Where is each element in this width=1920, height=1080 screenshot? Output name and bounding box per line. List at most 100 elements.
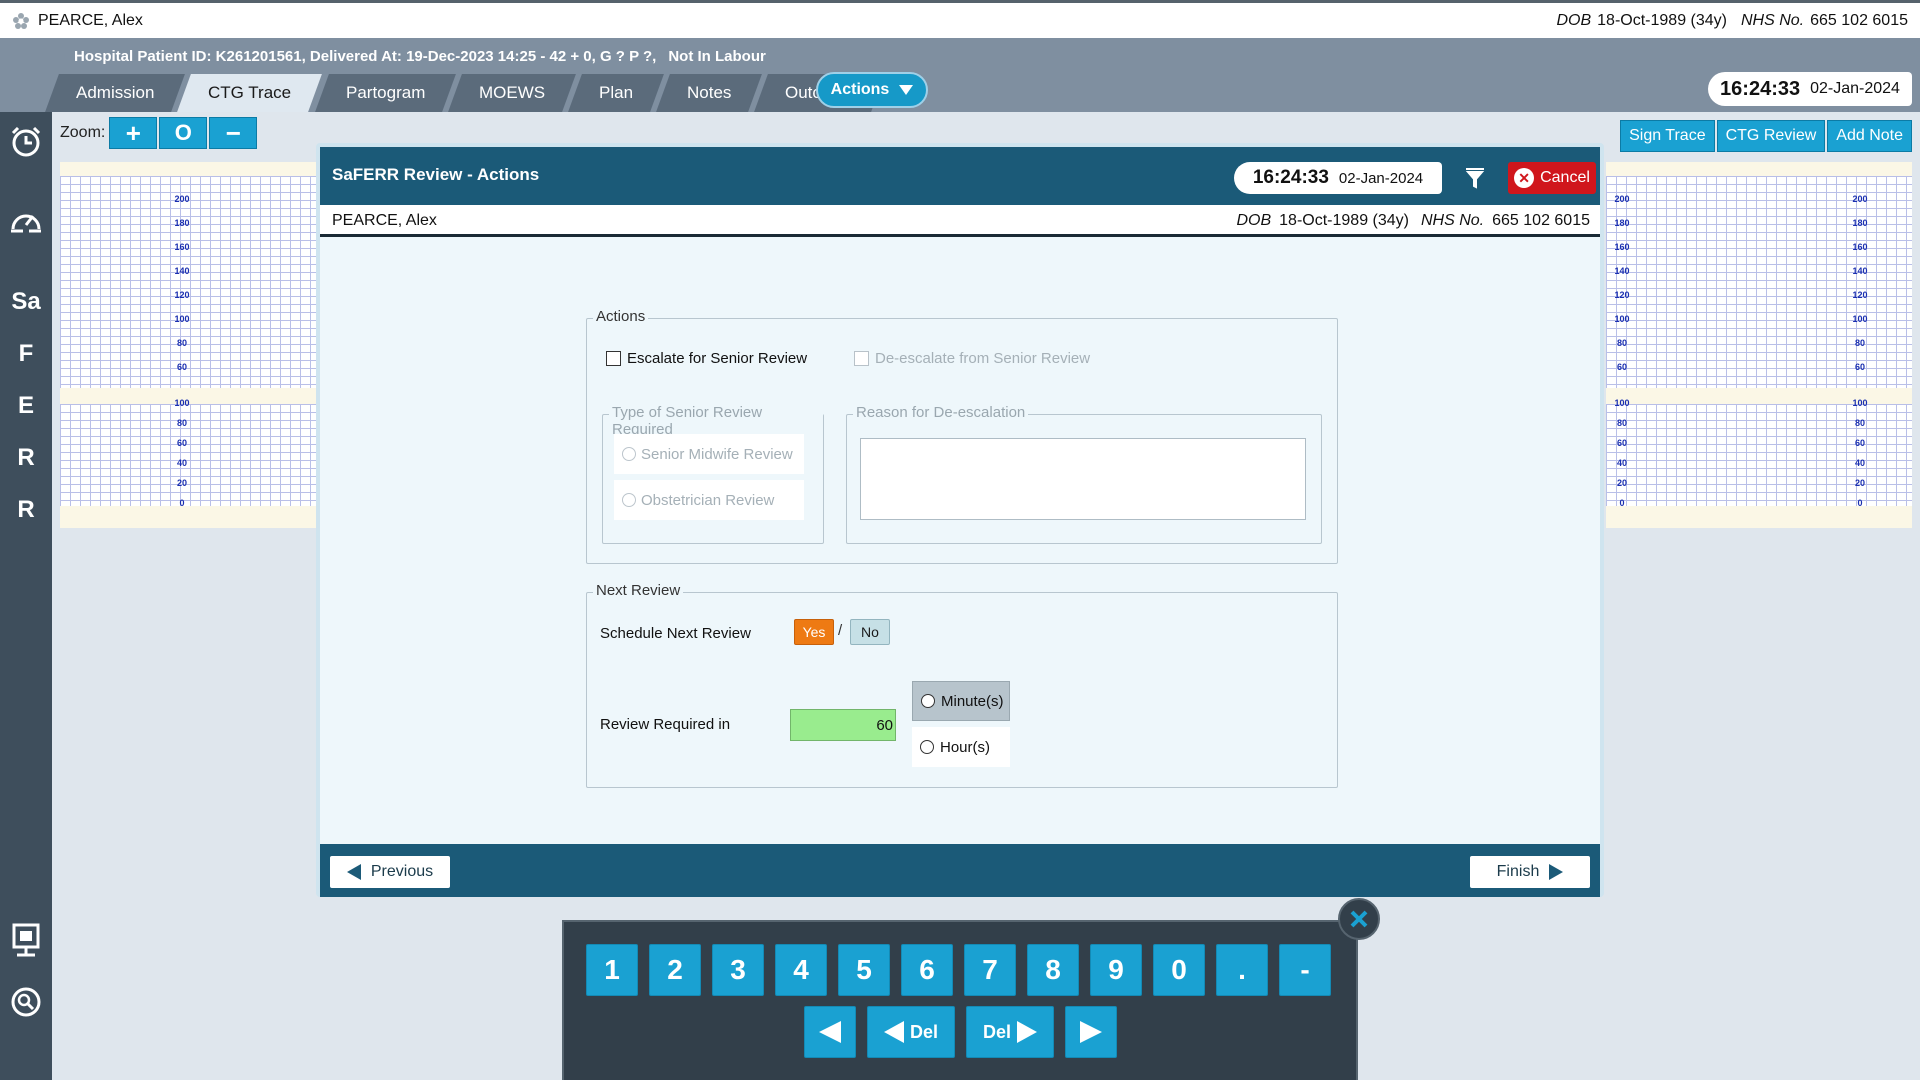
tab-admission[interactable]: Admission bbox=[45, 74, 186, 112]
arrow-left-icon bbox=[883, 1021, 904, 1043]
fhr-tick: 80 bbox=[1616, 338, 1627, 348]
finish-button[interactable]: Finish bbox=[1470, 856, 1590, 888]
cursor-left-key[interactable] bbox=[804, 1006, 856, 1058]
tab-notes[interactable]: Notes bbox=[656, 74, 763, 112]
sidebar-item-f[interactable]: F bbox=[0, 332, 52, 376]
dialog-title: SaFERR Review - Actions bbox=[332, 165, 540, 184]
key-8[interactable]: 8 bbox=[1027, 944, 1079, 996]
delete-left-key[interactable]: Del bbox=[867, 1006, 955, 1058]
key-4[interactable]: 4 bbox=[775, 944, 827, 996]
checkbox-box[interactable] bbox=[854, 351, 869, 366]
arrow-right-icon bbox=[1549, 864, 1564, 880]
dob-label: DOB bbox=[1236, 212, 1272, 229]
sign-trace-button[interactable]: Sign Trace bbox=[1620, 120, 1715, 152]
dialog-clock: 16:24:33 02-Jan-2024 bbox=[1234, 162, 1442, 194]
zoom-in-button[interactable]: + bbox=[109, 117, 158, 149]
fhr-tick: 160 bbox=[174, 242, 190, 252]
numeric-keypad: 1 2 3 4 5 6 7 8 9 0 . - Del Del bbox=[562, 920, 1358, 1080]
checkbox-box[interactable] bbox=[606, 351, 621, 366]
actions-dropdown-button[interactable]: Actions bbox=[816, 72, 928, 108]
key-decimal[interactable]: . bbox=[1216, 944, 1268, 996]
search-icon[interactable] bbox=[0, 980, 52, 1024]
sidebar-item-e[interactable]: E bbox=[0, 384, 52, 428]
toco-tick: 80 bbox=[1616, 418, 1627, 428]
sidebar-item-r2[interactable]: R bbox=[0, 488, 52, 532]
app-header: Hospital Patient ID: K261201561, Deliver… bbox=[0, 38, 1920, 112]
key-9[interactable]: 9 bbox=[1090, 944, 1142, 996]
caret-down-icon bbox=[899, 85, 914, 95]
fhr-tick: 180 bbox=[174, 218, 190, 228]
tab-partogram[interactable]: Partogram bbox=[314, 74, 456, 112]
fhr-grid-right bbox=[1606, 176, 1912, 388]
fhr-tick: 80 bbox=[1854, 338, 1865, 348]
review-interval-input[interactable]: 60 bbox=[790, 709, 896, 741]
fhr-tick: 180 bbox=[1614, 218, 1630, 228]
deescalate-checkbox[interactable]: De-escalate from Senior Review bbox=[854, 350, 1090, 367]
no-toggle-button[interactable]: No bbox=[850, 619, 890, 645]
actions-label: Actions bbox=[830, 81, 890, 98]
minutes-radio[interactable]: Minute(s) bbox=[912, 681, 1010, 721]
key-3[interactable]: 3 bbox=[712, 944, 764, 996]
hours-radio[interactable]: Hour(s) bbox=[912, 727, 1010, 767]
keypad-close-button[interactable] bbox=[1338, 898, 1380, 940]
filter-icon[interactable] bbox=[1464, 167, 1486, 189]
close-icon bbox=[1350, 910, 1368, 928]
fhr-grid-left bbox=[60, 176, 320, 388]
speedometer-icon[interactable] bbox=[0, 198, 52, 242]
dialog-time: 16:24:33 bbox=[1252, 167, 1329, 188]
deescalation-reason-textarea[interactable] bbox=[860, 438, 1306, 520]
zoom-reset-button[interactable]: O bbox=[159, 117, 208, 149]
key-7[interactable]: 7 bbox=[964, 944, 1016, 996]
fhr-tick: 120 bbox=[1614, 290, 1630, 300]
delete-right-key[interactable]: Del bbox=[966, 1006, 1054, 1058]
close-circle-icon: ✕ bbox=[1514, 168, 1535, 188]
toco-tick: 60 bbox=[1854, 438, 1865, 448]
radio-icon bbox=[921, 694, 935, 708]
escalate-checkbox[interactable]: Escalate for Senior Review bbox=[606, 350, 807, 367]
key-5[interactable]: 5 bbox=[838, 944, 890, 996]
alarm-clock-icon[interactable] bbox=[0, 120, 52, 164]
obstetrician-radio[interactable]: Obstetrician Review bbox=[614, 480, 804, 520]
toco-tick: 40 bbox=[1616, 458, 1627, 468]
sidebar-item-r1[interactable]: R bbox=[0, 436, 52, 480]
review-required-label: Review Required in bbox=[600, 716, 731, 733]
key-0[interactable]: 0 bbox=[1153, 944, 1205, 996]
patient-name: PEARCE, Alex bbox=[38, 11, 143, 29]
toco-tick: 100 bbox=[174, 398, 190, 408]
trace-strip-top-left bbox=[60, 162, 320, 176]
dob-value: 18-Oct-1989 (34y) bbox=[1597, 12, 1727, 29]
toco-tick: 20 bbox=[1616, 478, 1627, 488]
previous-button[interactable]: Previous bbox=[330, 856, 450, 888]
yes-toggle-button[interactable]: Yes bbox=[794, 619, 834, 645]
header-date: 02-Jan-2024 bbox=[1810, 80, 1900, 97]
zoom-toolbar: Zoom: + O − bbox=[52, 116, 259, 150]
key-6[interactable]: 6 bbox=[901, 944, 953, 996]
zoom-out-button[interactable]: − bbox=[209, 117, 258, 149]
cancel-button[interactable]: ✕ Cancel bbox=[1508, 162, 1596, 194]
fhr-tick: 200 bbox=[1614, 194, 1630, 204]
monitor-icon[interactable] bbox=[0, 918, 52, 962]
minutes-label: Minute(s) bbox=[941, 692, 1004, 710]
hospital-info: Hospital Patient ID: K261201561, Deliver… bbox=[74, 48, 778, 65]
tab-moews[interactable]: MOEWS bbox=[448, 74, 576, 112]
add-note-button[interactable]: Add Note bbox=[1827, 120, 1912, 152]
cursor-right-key[interactable] bbox=[1065, 1006, 1117, 1058]
schedule-next-review-label: Schedule Next Review bbox=[600, 625, 751, 642]
ctg-review-button[interactable]: CTG Review bbox=[1716, 120, 1826, 152]
fhr-tick: 140 bbox=[174, 266, 190, 276]
fhr-tick: 100 bbox=[174, 314, 190, 324]
key-2[interactable]: 2 bbox=[649, 944, 701, 996]
radio-icon bbox=[622, 493, 636, 507]
fhr-tick: 120 bbox=[174, 290, 190, 300]
key-minus[interactable]: - bbox=[1279, 944, 1331, 996]
next-review-legend: Next Review bbox=[593, 582, 684, 599]
toco-tick: 100 bbox=[1614, 398, 1630, 408]
tab-ctg-trace[interactable]: CTG Trace bbox=[177, 74, 323, 112]
deescalation-reason-legend: Reason for De-escalation bbox=[853, 404, 1029, 421]
key-1[interactable]: 1 bbox=[586, 944, 638, 996]
senior-midwife-radio[interactable]: Senior Midwife Review bbox=[614, 434, 804, 474]
tab-plan[interactable]: Plan bbox=[568, 74, 664, 112]
toco-tick: 20 bbox=[1854, 478, 1865, 488]
arrow-left-icon bbox=[346, 864, 361, 880]
sidebar-item-sa[interactable]: Sa bbox=[0, 280, 52, 324]
